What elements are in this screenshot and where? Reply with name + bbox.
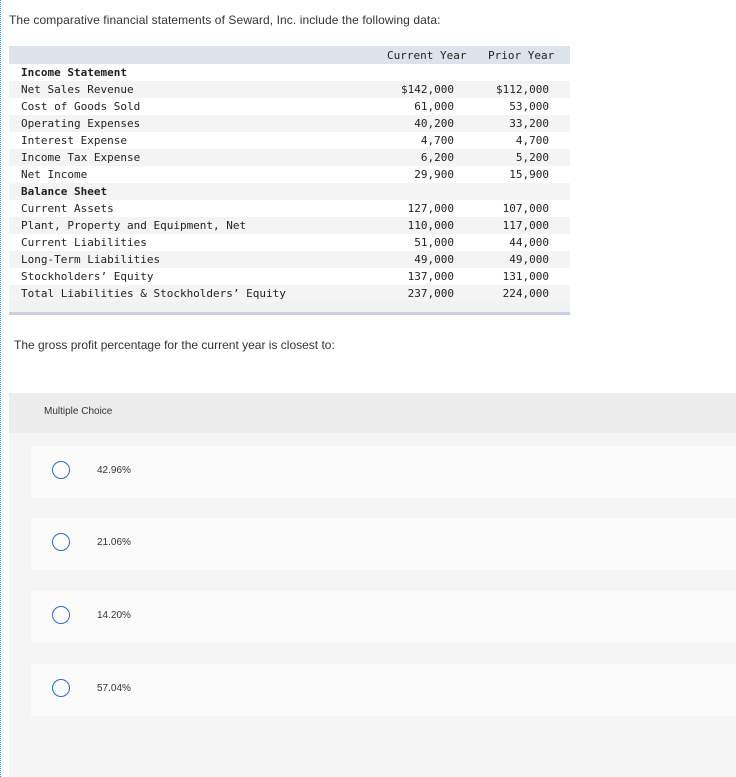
row-label: Current Liabilities xyxy=(21,236,147,249)
prior-year-value: 224,000 xyxy=(502,287,549,300)
answer-option-label: 21.06% xyxy=(97,537,131,548)
row-label: Stockholders’ Equity xyxy=(21,270,154,283)
prior-year-value: 5,200 xyxy=(515,151,549,164)
table-header-band: Current Year Prior Year xyxy=(9,46,570,64)
row-label: Plant, Property and Equipment, Net xyxy=(21,219,247,232)
current-year-value: 61,000 xyxy=(414,100,454,113)
column-header-current-year: Current Year xyxy=(387,49,467,62)
current-year-value: 4,700 xyxy=(420,134,454,147)
prior-year-value: 107,000 xyxy=(502,202,549,215)
answer-option-label: 14.20% xyxy=(97,610,131,621)
column-header-prior-year: Prior Year xyxy=(488,49,555,62)
prior-year-value: 49,000 xyxy=(509,253,549,266)
answer-option-4[interactable]: 57.04% xyxy=(31,664,736,716)
radio-button-icon[interactable] xyxy=(52,606,70,624)
current-year-value: 51,000 xyxy=(414,236,454,249)
current-year-value: 6,200 xyxy=(420,151,454,164)
row-label: Total Liabilities & Stockholders’ Equity xyxy=(21,287,286,300)
table-row: Income Statement xyxy=(9,64,570,81)
row-label: Interest Expense xyxy=(21,134,127,147)
current-year-value: 110,000 xyxy=(407,219,454,232)
current-year-value: 40,200 xyxy=(414,117,454,130)
row-label: Current Assets xyxy=(21,202,114,215)
table-row: Long-Term Liabilities 49,000 49,000 xyxy=(9,251,570,268)
table-row: Operating Expenses 40,200 33,200 xyxy=(9,115,570,132)
table-row: Net Income 29,900 15,900 xyxy=(9,166,570,183)
table-row: Interest Expense 4,700 4,700 xyxy=(9,132,570,149)
current-year-value: 237,000 xyxy=(407,287,454,300)
table-row: Plant, Property and Equipment, Net 110,0… xyxy=(9,217,570,234)
prior-year-value: 15,900 xyxy=(509,168,549,181)
prior-year-value: 53,000 xyxy=(509,100,549,113)
current-year-value: $142,000 xyxy=(401,83,454,96)
question-intro: The comparative financial statements of … xyxy=(9,13,441,27)
current-year-value: 29,900 xyxy=(414,168,454,181)
answer-option-label: 42.96% xyxy=(97,465,131,476)
row-label: Cost of Goods Sold xyxy=(21,100,141,113)
answer-option-1[interactable]: 42.96% xyxy=(31,446,736,498)
table-row: Cost of Goods Sold 61,000 53,000 xyxy=(9,98,570,115)
prior-year-value: 117,000 xyxy=(502,219,549,232)
question-text: The gross profit percentage for the curr… xyxy=(14,338,335,352)
radio-button-icon[interactable] xyxy=(52,533,70,551)
table-row: Balance Sheet xyxy=(9,183,570,200)
table-row: Current Assets 127,000 107,000 xyxy=(9,200,570,217)
radio-button-icon[interactable] xyxy=(52,679,70,697)
multiple-choice-title: Multiple Choice xyxy=(44,406,113,417)
row-label: Operating Expenses xyxy=(21,117,141,130)
table-row: Current Liabilities 51,000 44,000 xyxy=(9,234,570,251)
financial-data-table: Current Year Prior Year Income Statement… xyxy=(9,46,570,315)
table-row: Total Liabilities & Stockholders’ Equity… xyxy=(9,285,570,302)
radio-button-icon[interactable] xyxy=(52,461,70,479)
prior-year-value: 131,000 xyxy=(502,270,549,283)
row-label: Net Sales Revenue xyxy=(21,83,134,96)
prior-year-value: 33,200 xyxy=(509,117,549,130)
row-label: Income Tax Expense xyxy=(21,151,141,164)
section-heading-balance-sheet: Balance Sheet xyxy=(21,185,108,198)
answer-option-2[interactable]: 21.06% xyxy=(31,518,736,570)
table-row: Stockholders’ Equity 137,000 131,000 xyxy=(9,268,570,285)
multiple-choice-header: Multiple Choice xyxy=(9,393,736,433)
prior-year-value: $112,000 xyxy=(496,83,549,96)
row-label: Long-Term Liabilities xyxy=(21,253,161,266)
multiple-choice-panel: Multiple Choice 42.96% 21.06% 14.20% 57.… xyxy=(9,393,736,777)
answer-option-label: 57.04% xyxy=(97,683,131,694)
prior-year-value: 44,000 xyxy=(509,236,549,249)
current-year-value: 49,000 xyxy=(414,253,454,266)
current-year-value: 137,000 xyxy=(407,270,454,283)
row-label: Net Income xyxy=(21,168,88,181)
current-year-value: 127,000 xyxy=(407,202,454,215)
answer-option-3[interactable]: 14.20% xyxy=(31,591,736,643)
prior-year-value: 4,700 xyxy=(515,134,549,147)
table-row: Income Tax Expense 6,200 5,200 xyxy=(9,149,570,166)
section-heading-income-statement: Income Statement xyxy=(21,66,127,79)
table-row: Net Sales Revenue $142,000 $112,000 xyxy=(9,81,570,98)
left-dotted-rule xyxy=(0,0,1,777)
